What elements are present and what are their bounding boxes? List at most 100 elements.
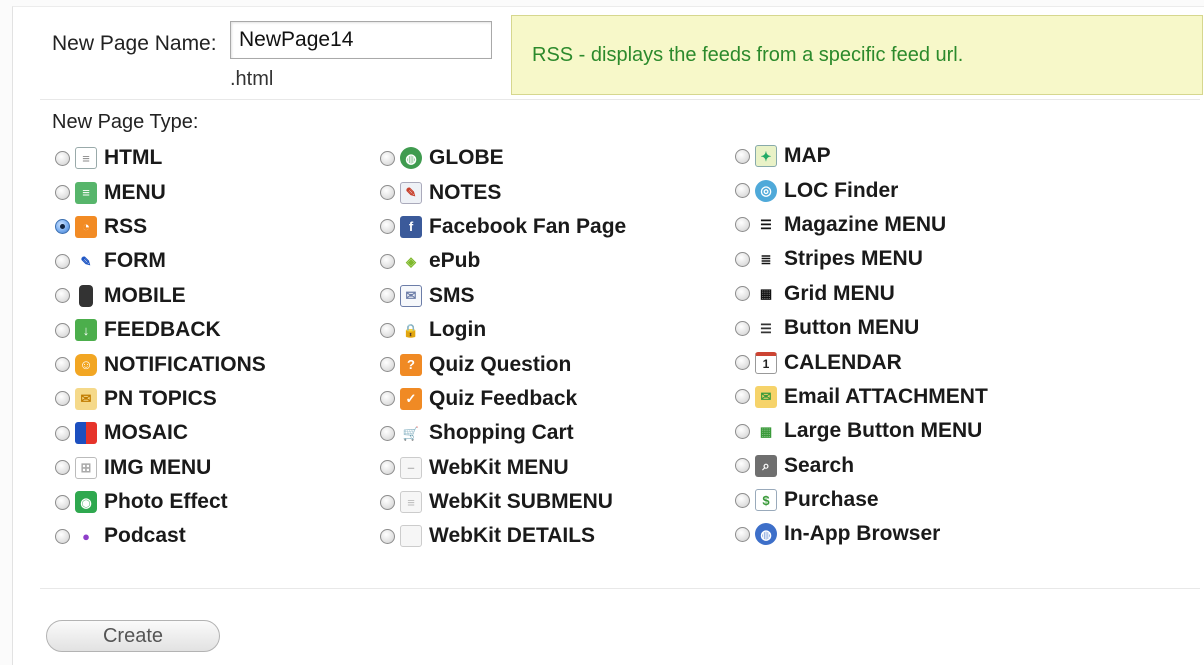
- radio-button[interactable]: [55, 253, 70, 269]
- radio-button[interactable]: [735, 217, 750, 233]
- image-grid-icon: ⊞: [75, 456, 97, 479]
- page-type-option[interactable]: ◍ In-App Browser: [735, 517, 988, 551]
- page-type-option[interactable]: ▦ Grid MENU: [735, 277, 988, 311]
- option-label: Login: [429, 318, 487, 342]
- file-extension: .html: [230, 68, 274, 90]
- page-type-option[interactable]: ≡ MENU: [55, 175, 266, 209]
- page-type-option[interactable]: 🛒 Shopping Cart: [380, 416, 626, 450]
- email-attachment-icon: ✉: [755, 385, 777, 408]
- radio-button[interactable]: [735, 183, 750, 199]
- page-type-option[interactable]: ▦ Large Button MENU: [735, 414, 988, 448]
- envelope-topics-icon: ✉: [75, 387, 97, 410]
- page-type-column-2: ◍ GLOBE ✎ NOTES f Facebook Fan Page ◈ ePub ✉ SMS 🔒…: [380, 141, 626, 554]
- radio-button-selected[interactable]: [55, 219, 70, 235]
- page-type-option[interactable]: ? Quiz Question: [380, 347, 626, 381]
- option-label: CALENDAR: [784, 350, 902, 374]
- option-label: Quiz Feedback: [429, 386, 578, 410]
- radio-button[interactable]: [735, 355, 750, 371]
- radio-button[interactable]: [735, 148, 750, 164]
- page-type-option[interactable]: WebKit DETAILS: [380, 519, 626, 553]
- page-type-option[interactable]: – WebKit MENU: [380, 451, 626, 485]
- radio-button[interactable]: [55, 288, 70, 304]
- page-type-option[interactable]: ≡ HTML: [55, 141, 266, 175]
- option-label: FORM: [104, 249, 166, 273]
- radio-button[interactable]: [735, 526, 750, 542]
- radio-button[interactable]: [735, 458, 750, 474]
- option-label: MOSAIC: [104, 421, 188, 445]
- page-type-option[interactable]: f Facebook Fan Page: [380, 210, 626, 244]
- radio-button[interactable]: [380, 391, 395, 407]
- divider: [40, 99, 1200, 100]
- page-type-option[interactable]: ✉ SMS: [380, 279, 626, 313]
- radio-button[interactable]: [380, 185, 395, 201]
- page-type-option[interactable]: ⊞ IMG MENU: [55, 451, 266, 485]
- page-type-column-1: ≡ HTML ≡ MENU ◔ RSS ✎ FORM MOBILE ↓ FEEDBACK ☺ NOTIF…: [55, 141, 266, 554]
- radio-button[interactable]: [380, 253, 395, 269]
- page-type-option[interactable]: ◍ GLOBE: [380, 141, 626, 175]
- page-name-input[interactable]: [230, 21, 492, 59]
- radio-button[interactable]: [55, 528, 70, 544]
- radio-button[interactable]: [380, 425, 395, 441]
- radio-button[interactable]: [55, 185, 70, 201]
- radio-button[interactable]: [55, 391, 70, 407]
- page-type-option[interactable]: ✎ FORM: [55, 244, 266, 278]
- option-label: MENU: [104, 180, 166, 204]
- search-icon: ⌕: [755, 454, 777, 477]
- option-label: Facebook Fan Page: [429, 214, 627, 238]
- page-type-option[interactable]: ≣ Stripes MENU: [735, 242, 988, 276]
- page-type-option[interactable]: ≡ WebKit SUBMENU: [380, 485, 626, 519]
- option-label: RSS: [104, 214, 148, 238]
- radio-button[interactable]: [380, 494, 395, 510]
- radio-button[interactable]: [55, 494, 70, 510]
- create-button[interactable]: Create: [46, 620, 220, 652]
- page-type-option[interactable]: ✎ NOTES: [380, 175, 626, 209]
- radio-button[interactable]: [380, 219, 395, 235]
- radio-button[interactable]: [380, 322, 395, 338]
- option-label: Grid MENU: [784, 281, 895, 305]
- page-type-option[interactable]: ✉ Email ATTACHMENT: [735, 380, 988, 414]
- page-type-option[interactable]: ⌕ Search: [735, 449, 988, 483]
- page-type-option[interactable]: ✓ Quiz Feedback: [380, 382, 626, 416]
- radio-button[interactable]: [55, 150, 70, 166]
- radio-button[interactable]: [380, 357, 395, 373]
- page-type-option[interactable]: ◈ ePub: [380, 244, 626, 278]
- radio-button[interactable]: [380, 528, 395, 544]
- webkit-menu-icon: –: [400, 456, 422, 479]
- radio-button[interactable]: [735, 423, 750, 439]
- radio-button[interactable]: [55, 322, 70, 338]
- epub-icon: ◈: [406, 253, 416, 269]
- page-type-option[interactable]: ↓ FEEDBACK: [55, 313, 266, 347]
- page-type-option[interactable]: ☰ Button MENU: [735, 311, 988, 345]
- radio-button[interactable]: [735, 389, 750, 405]
- page-type-option[interactable]: MOBILE: [55, 279, 266, 313]
- radio-button[interactable]: [380, 460, 395, 476]
- page-type-option[interactable]: MOSAIC: [55, 416, 266, 450]
- page-type-option[interactable]: ☰ Magazine MENU: [735, 208, 988, 242]
- radio-button[interactable]: [380, 288, 395, 304]
- radio-button[interactable]: [55, 460, 70, 476]
- radio-button[interactable]: [55, 357, 70, 373]
- option-label: WebKit SUBMENU: [429, 490, 613, 514]
- rss-icon: ◔: [75, 215, 97, 238]
- camera-icon: ◉: [75, 491, 97, 514]
- page-type-option[interactable]: ✦ MAP: [735, 139, 988, 173]
- page-type-option[interactable]: 1 CALENDAR: [735, 345, 988, 379]
- radio-button[interactable]: [735, 320, 750, 336]
- page-type-option[interactable]: ✉ PN TOPICS: [55, 382, 266, 416]
- radio-button[interactable]: [380, 150, 395, 166]
- radio-button[interactable]: [55, 425, 70, 441]
- page-type-option[interactable]: ◔ RSS: [55, 210, 266, 244]
- page-type-option[interactable]: ☺ NOTIFICATIONS: [55, 347, 266, 381]
- page-type-option[interactable]: ◉ Photo Effect: [55, 485, 266, 519]
- facebook-icon: f: [400, 215, 422, 238]
- radio-button[interactable]: [735, 251, 750, 267]
- option-label: HTML: [104, 146, 163, 170]
- page-type-option[interactable]: 🔒 Login: [380, 313, 626, 347]
- page-type-option[interactable]: ◎ LOC Finder: [735, 173, 988, 207]
- page-type-option[interactable]: ● Podcast: [55, 519, 266, 553]
- radio-button[interactable]: [735, 492, 750, 508]
- webkit-details-icon: [400, 525, 422, 548]
- radio-button[interactable]: [735, 286, 750, 302]
- page-type-option[interactable]: $ Purchase: [735, 483, 988, 517]
- page-name-label: New Page Name:: [52, 32, 217, 55]
